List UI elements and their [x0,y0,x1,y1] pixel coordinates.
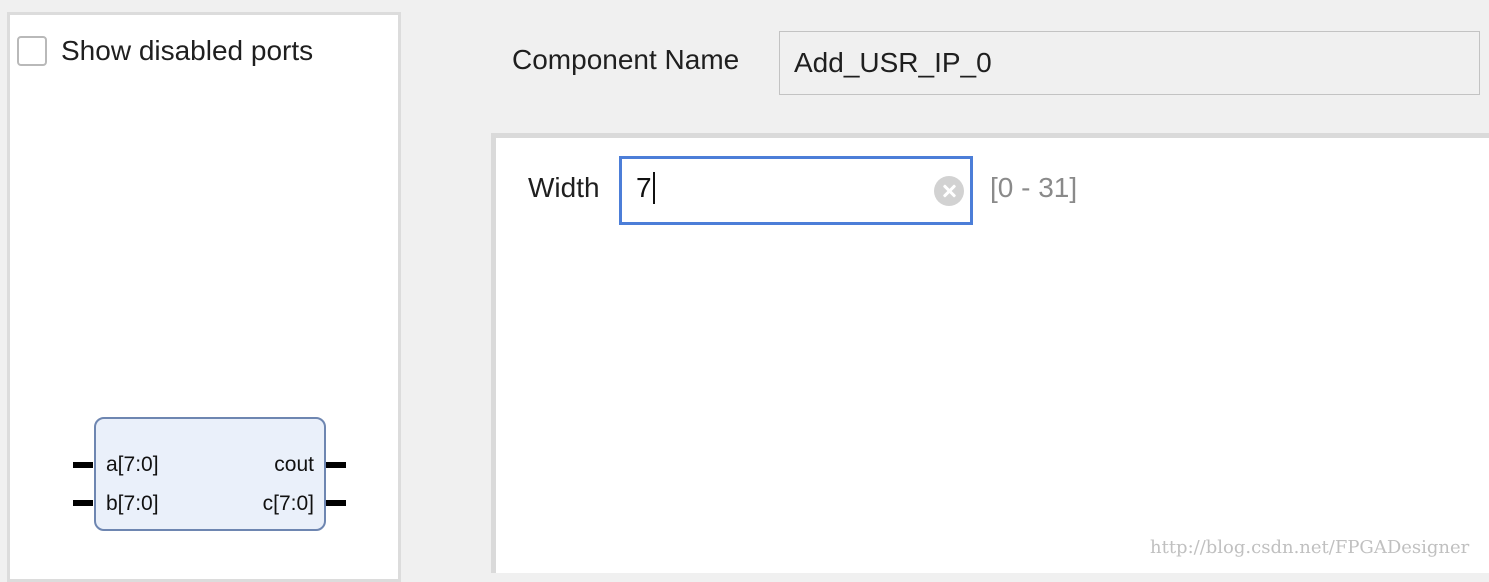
ip-symbol: a[7:0] b[7:0] cout c[7:0] [70,413,350,533]
ip-symbol-preview-panel: Show disabled ports a[7:0] b[7:0] cout c… [7,12,401,582]
port-stub-a [73,462,93,468]
width-input[interactable]: 7 [619,156,973,225]
width-range-hint: [0 - 31] [990,172,1078,203]
clear-icon[interactable] [934,176,964,206]
show-disabled-ports-option[interactable]: Show disabled ports [17,35,313,67]
port-label-cout: cout [274,453,314,476]
port-stub-cout [326,462,346,468]
component-name-field[interactable]: Add_USR_IP_0 [779,31,1480,95]
port-label-a: a[7:0] [106,453,159,476]
text-caret [652,171,655,204]
port-label-c: c[7:0] [262,492,314,515]
watermark: http://blog.csdn.net/FPGADesigner [1150,537,1470,558]
port-label-b: b[7:0] [106,492,159,515]
show-disabled-ports-label[interactable]: Show disabled ports [61,35,313,67]
width-label: Width [528,172,600,203]
width-input-value[interactable]: 7 [636,171,655,206]
port-stub-c [326,500,346,506]
component-name-label: Component Name [512,44,740,75]
port-stub-b [73,500,93,506]
show-disabled-ports-checkbox[interactable] [17,36,47,66]
